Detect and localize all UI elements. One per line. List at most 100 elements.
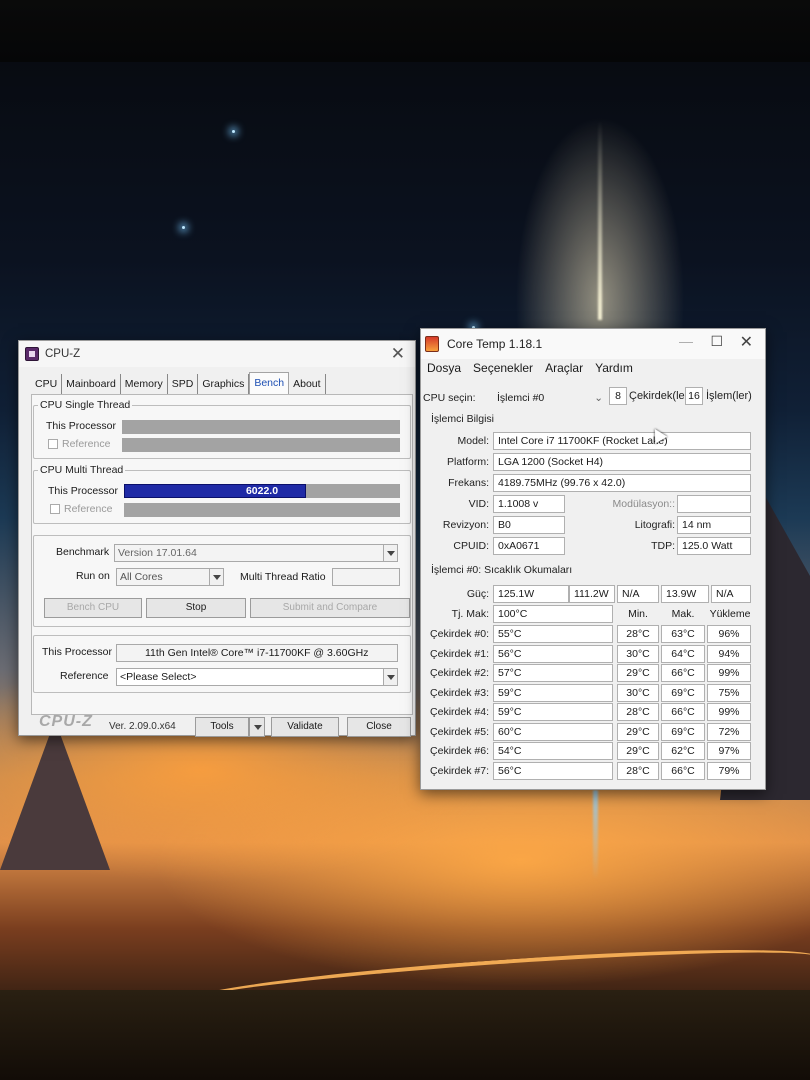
- cpuz-version: Ver. 2.09.0.x64: [109, 721, 176, 732]
- cpuz-window-title: CPU-Z: [45, 348, 81, 360]
- tab-bench[interactable]: Bench: [249, 372, 290, 394]
- close-button[interactable]: Close: [347, 717, 411, 737]
- reference-select-value: <Please Select>: [120, 671, 197, 683]
- benchmark-controls-group: Benchmark Version 17.01.64 Run on All Co…: [33, 535, 411, 627]
- cpuz-app-icon: [25, 347, 39, 361]
- tab-graphics[interactable]: Graphics: [198, 374, 250, 394]
- tools-button[interactable]: Tools: [195, 717, 249, 737]
- run-on-value: All Cores: [120, 571, 163, 583]
- core-max: 66°C: [661, 703, 705, 721]
- chevron-down-icon: [209, 569, 223, 585]
- cpuz-titlebar[interactable]: CPU-Z: [19, 341, 415, 367]
- single-thread-group: CPU Single Thread This Processor Referen…: [33, 399, 411, 459]
- cores-count: 8: [609, 387, 627, 405]
- column-max-header: Mak.: [671, 608, 695, 620]
- tab-memory[interactable]: Memory: [120, 374, 168, 394]
- tab-cpu[interactable]: CPU: [31, 374, 63, 394]
- core-load: 96%: [707, 625, 751, 643]
- core-min: 30°C: [617, 683, 659, 702]
- single-reference-bar: [122, 438, 400, 452]
- model-value: Intel Core i7 11700KF (Rocket Lake): [493, 432, 751, 450]
- tdp-label: TDP:: [651, 540, 675, 552]
- core-label: Çekirdek #3:: [430, 686, 489, 699]
- benchmark-version-select[interactable]: Version 17.01.64: [114, 544, 398, 562]
- processor-info-heading: İşlemci Bilgisi: [431, 413, 495, 425]
- run-on-label: Run on: [76, 570, 110, 582]
- modulation-label: Modülasyon::: [612, 498, 675, 510]
- core-min: 28°C: [617, 625, 659, 643]
- tab-about[interactable]: About: [289, 374, 326, 394]
- frequency-label: Frekans:: [448, 477, 489, 489]
- tools-dropdown-button[interactable]: [249, 717, 265, 737]
- bench-cpu-button[interactable]: Bench CPU: [44, 598, 142, 618]
- menu-yardim[interactable]: Yardım: [595, 361, 633, 375]
- single-reference-checkbox[interactable]: [48, 439, 58, 449]
- cpu-select-dropdown[interactable]: İşlemci #0 ⌄: [497, 389, 605, 407]
- multi-this-processor-bar: 6022.0: [124, 484, 400, 498]
- core-min: 29°C: [617, 664, 659, 682]
- lithography-value: 14 nm: [677, 516, 751, 534]
- tjmax-label: Tj. Mak:: [451, 608, 489, 620]
- core-temperature: 59°C: [493, 703, 613, 721]
- wallpaper-star: [182, 226, 185, 229]
- menu-secenekler[interactable]: Seçenekler: [473, 361, 533, 375]
- tab-mainboard[interactable]: Mainboard: [62, 374, 121, 394]
- cpu-select-value: İşlemci #0: [497, 392, 545, 404]
- core-label: Çekirdek #5:: [430, 725, 489, 738]
- threads-count: 16: [685, 387, 703, 405]
- multi-reference-checkbox[interactable]: [50, 504, 60, 514]
- close-icon[interactable]: ✕: [740, 332, 753, 352]
- maximize-icon[interactable]: ☐: [710, 333, 723, 350]
- multi-this-processor-score: 6022.0: [245, 485, 279, 497]
- multi-reference-label: Reference: [64, 503, 113, 515]
- vid-label: VID:: [468, 498, 489, 510]
- close-icon[interactable]: ✕: [391, 344, 405, 364]
- reference-label: Reference: [60, 670, 109, 682]
- wallpaper-light-beam: [593, 790, 598, 880]
- menu-dosya[interactable]: Dosya: [427, 361, 461, 375]
- core-min: 30°C: [617, 644, 659, 663]
- menu-araclar[interactable]: Araçlar: [545, 361, 583, 375]
- submit-compare-button[interactable]: Submit and Compare: [250, 598, 410, 618]
- vid-value: 1.1008 v: [493, 495, 565, 513]
- core-label: Çekirdek #7:: [430, 764, 489, 777]
- core-temperature: 56°C: [493, 761, 613, 780]
- core-max: 62°C: [661, 742, 705, 760]
- minimize-icon[interactable]: —: [679, 333, 693, 349]
- multi-thread-ratio-label: Multi Thread Ratio: [240, 571, 326, 583]
- platform-label: Platform:: [446, 456, 489, 468]
- reference-select[interactable]: <Please Select>: [116, 668, 398, 686]
- coretemp-menubar: Dosya Seçenekler Araçlar Yardım: [427, 361, 633, 375]
- core-temperature: 57°C: [493, 664, 613, 682]
- multi-thread-legend: CPU Multi Thread: [38, 464, 126, 476]
- run-on-select[interactable]: All Cores: [116, 568, 224, 586]
- core-temperature: 56°C: [493, 644, 613, 663]
- core-min: 28°C: [617, 703, 659, 721]
- core-label: Çekirdek #0:: [430, 628, 489, 640]
- cpuz-window[interactable]: CPU-Z ✕ CPU Mainboard Memory SPD Graphic…: [18, 340, 416, 737]
- column-min-header: Min.: [628, 608, 648, 620]
- coretemp-window[interactable]: Core Temp 1.18.1 — ☐ ✕ Dosya Seçenekler …: [420, 328, 766, 790]
- revision-label: Revizyon:: [442, 519, 489, 531]
- cpuid-label: CPUID:: [453, 540, 489, 552]
- cpuz-tab-bar: CPU Mainboard Memory SPD Graphics Bench …: [31, 372, 326, 394]
- cpuz-logo: CPU-Z: [39, 713, 93, 730]
- chevron-down-icon: [383, 545, 397, 561]
- stop-button[interactable]: Stop: [146, 598, 246, 618]
- core-temperature: 55°C: [493, 625, 613, 643]
- core-min: 29°C: [617, 742, 659, 760]
- cpu-select-label: CPU seçin:: [423, 392, 476, 404]
- core-label: Çekirdek #6:: [430, 745, 489, 757]
- benchmark-label: Benchmark: [56, 546, 110, 558]
- tab-spd[interactable]: SPD: [167, 374, 199, 394]
- validate-button[interactable]: Validate: [271, 717, 339, 737]
- core-load: 99%: [707, 664, 751, 682]
- chevron-down-icon: [251, 719, 265, 735]
- processor-reference-group: This Processor 11th Gen Intel® Core™ i7-…: [33, 635, 411, 693]
- core-load: 94%: [707, 644, 751, 663]
- modulation-value: [677, 495, 751, 513]
- multi-thread-ratio-value: [332, 568, 400, 586]
- core-label: Çekirdek #4:: [430, 706, 489, 718]
- single-this-processor-label: This Processor: [46, 420, 117, 432]
- thermometer-icon: [425, 336, 439, 352]
